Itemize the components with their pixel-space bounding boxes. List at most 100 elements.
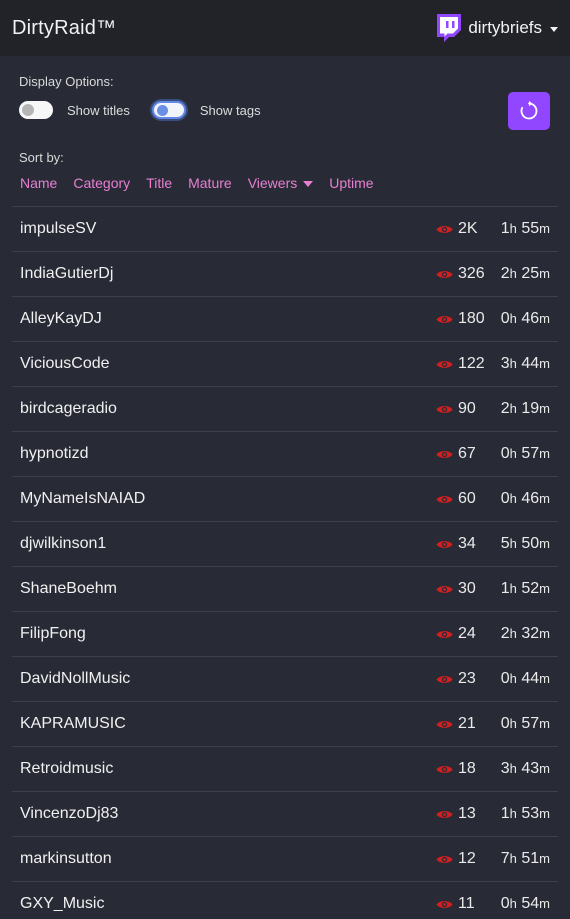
- uptime-hours: 0: [500, 895, 510, 912]
- viewer-count-value: 23: [458, 670, 476, 687]
- viewer-count: 2K: [436, 220, 486, 238]
- viewer-count-value: 24: [458, 625, 476, 642]
- uptime-hours: 1: [500, 220, 510, 237]
- sort-by-label: Sort by:: [19, 150, 64, 165]
- stream-name[interactable]: IndiaGutierDj: [20, 265, 436, 283]
- stream-row[interactable]: hypnotizd 67 0h 57m: [12, 431, 558, 476]
- eye-icon: [436, 225, 453, 233]
- show-tags-toggle[interactable]: [151, 101, 186, 119]
- stream-name[interactable]: MyNameIsNAIAD: [20, 490, 436, 508]
- stream-uptime: 1h 53m: [486, 805, 550, 823]
- stream-row[interactable]: IndiaGutierDj 326 2h 25m: [12, 251, 558, 296]
- app-brand[interactable]: DirtyRaid™: [12, 17, 116, 40]
- hours-unit: h: [509, 401, 517, 416]
- hours-unit: h: [509, 806, 517, 821]
- show-titles-toggle[interactable]: [19, 101, 53, 119]
- sort-by-viewers[interactable]: Viewers: [248, 175, 314, 191]
- stream-uptime: 1h 52m: [486, 580, 550, 598]
- refresh-icon: [520, 100, 538, 120]
- stream-row[interactable]: markinsutton 12 7h 51m: [12, 836, 558, 881]
- viewer-count-value: 180: [458, 310, 485, 327]
- uptime-minutes: 46: [521, 310, 540, 327]
- stream-row[interactable]: birdcageradio 90 2h 19m: [12, 386, 558, 431]
- viewer-count-value: 34: [458, 535, 476, 552]
- toggle-knob: [22, 104, 34, 116]
- minutes-unit: m: [539, 671, 550, 686]
- minutes-unit: m: [539, 806, 550, 821]
- uptime-hours: 2: [500, 265, 510, 282]
- stream-uptime: 2h 32m: [486, 625, 550, 643]
- stream-row[interactable]: djwilkinson1 34 5h 50m: [12, 521, 558, 566]
- stream-row[interactable]: AlleyKayDJ 180 0h 46m: [12, 296, 558, 341]
- stream-name[interactable]: birdcageradio: [20, 400, 436, 418]
- stream-uptime: 0h 54m: [486, 895, 550, 913]
- sort-by-category[interactable]: Category: [73, 175, 130, 191]
- refresh-button[interactable]: [508, 92, 550, 130]
- show-titles-label[interactable]: Show titles: [67, 103, 130, 118]
- uptime-hours: 3: [500, 355, 510, 372]
- sort-by-name[interactable]: Name: [20, 175, 57, 191]
- eye-icon: [436, 720, 453, 728]
- uptime-minutes: 52: [521, 580, 540, 597]
- viewer-count-value: 60: [458, 490, 476, 507]
- minutes-unit: m: [539, 401, 550, 416]
- stream-name[interactable]: GXY_Music: [20, 895, 436, 913]
- stream-row[interactable]: impulseSV 2K 1h 55m: [12, 206, 558, 251]
- sort-by-mature[interactable]: Mature: [188, 175, 232, 191]
- user-menu[interactable]: dirtybriefs: [434, 13, 558, 43]
- stream-name[interactable]: DavidNollMusic: [20, 670, 436, 688]
- stream-uptime: 0h 44m: [486, 670, 550, 688]
- minutes-unit: m: [539, 311, 550, 326]
- stream-row[interactable]: MyNameIsNAIAD 60 0h 46m: [12, 476, 558, 521]
- viewer-count: 90: [436, 400, 486, 418]
- sort-by-title[interactable]: Title: [146, 175, 172, 191]
- uptime-minutes: 51: [521, 850, 540, 867]
- hours-unit: h: [509, 761, 517, 776]
- sort-by-uptime[interactable]: Uptime: [329, 175, 373, 191]
- stream-name[interactable]: KAPRAMUSIC: [20, 715, 436, 733]
- uptime-minutes: 57: [521, 715, 540, 732]
- stream-name[interactable]: VincenzoDj83: [20, 805, 436, 823]
- uptime-hours: 7: [500, 850, 510, 867]
- stream-name[interactable]: ShaneBoehm: [20, 580, 436, 598]
- viewer-count: 180: [436, 310, 486, 328]
- hours-unit: h: [509, 356, 517, 371]
- stream-list: impulseSV 2K 1h 55m IndiaGutierDj 326 2h 25m A…: [12, 206, 558, 919]
- eye-icon: [436, 900, 453, 908]
- uptime-minutes: 25: [521, 265, 540, 282]
- stream-name[interactable]: AlleyKayDJ: [20, 310, 436, 328]
- stream-row[interactable]: ShaneBoehm 30 1h 52m: [12, 566, 558, 611]
- stream-row[interactable]: VincenzoDj83 13 1h 53m: [12, 791, 558, 836]
- minutes-unit: m: [539, 491, 550, 506]
- stream-name[interactable]: djwilkinson1: [20, 535, 436, 553]
- hours-unit: h: [509, 851, 517, 866]
- minutes-unit: m: [539, 716, 550, 731]
- stream-row[interactable]: FilipFong 24 2h 32m: [12, 611, 558, 656]
- stream-row[interactable]: GXY_Music 11 0h 54m: [12, 881, 558, 919]
- show-tags-label[interactable]: Show tags: [200, 103, 261, 118]
- hours-unit: h: [509, 491, 517, 506]
- uptime-hours: 0: [500, 310, 510, 327]
- stream-row[interactable]: DavidNollMusic 23 0h 44m: [12, 656, 558, 701]
- hours-unit: h: [509, 266, 517, 281]
- hours-unit: h: [509, 536, 517, 551]
- stream-name[interactable]: impulseSV: [20, 220, 436, 238]
- stream-name[interactable]: Retroidmusic: [20, 760, 436, 778]
- eye-icon: [436, 540, 453, 548]
- stream-row[interactable]: Retroidmusic 18 3h 43m: [12, 746, 558, 791]
- uptime-hours: 0: [500, 715, 510, 732]
- viewer-count: 12: [436, 850, 486, 868]
- viewer-count: 21: [436, 715, 486, 733]
- stream-uptime: 0h 46m: [486, 490, 550, 508]
- minutes-unit: m: [539, 581, 550, 596]
- eye-icon: [436, 405, 453, 413]
- stream-row[interactable]: ViciousCode 122 3h 44m: [12, 341, 558, 386]
- stream-name[interactable]: markinsutton: [20, 850, 436, 868]
- eye-icon: [436, 855, 453, 863]
- stream-name[interactable]: ViciousCode: [20, 355, 436, 373]
- stream-row[interactable]: KAPRAMUSIC 21 0h 57m: [12, 701, 558, 746]
- viewer-count-value: 2K: [458, 220, 478, 237]
- stream-name[interactable]: hypnotizd: [20, 445, 436, 463]
- stream-name[interactable]: FilipFong: [20, 625, 436, 643]
- stream-uptime: 7h 51m: [486, 850, 550, 868]
